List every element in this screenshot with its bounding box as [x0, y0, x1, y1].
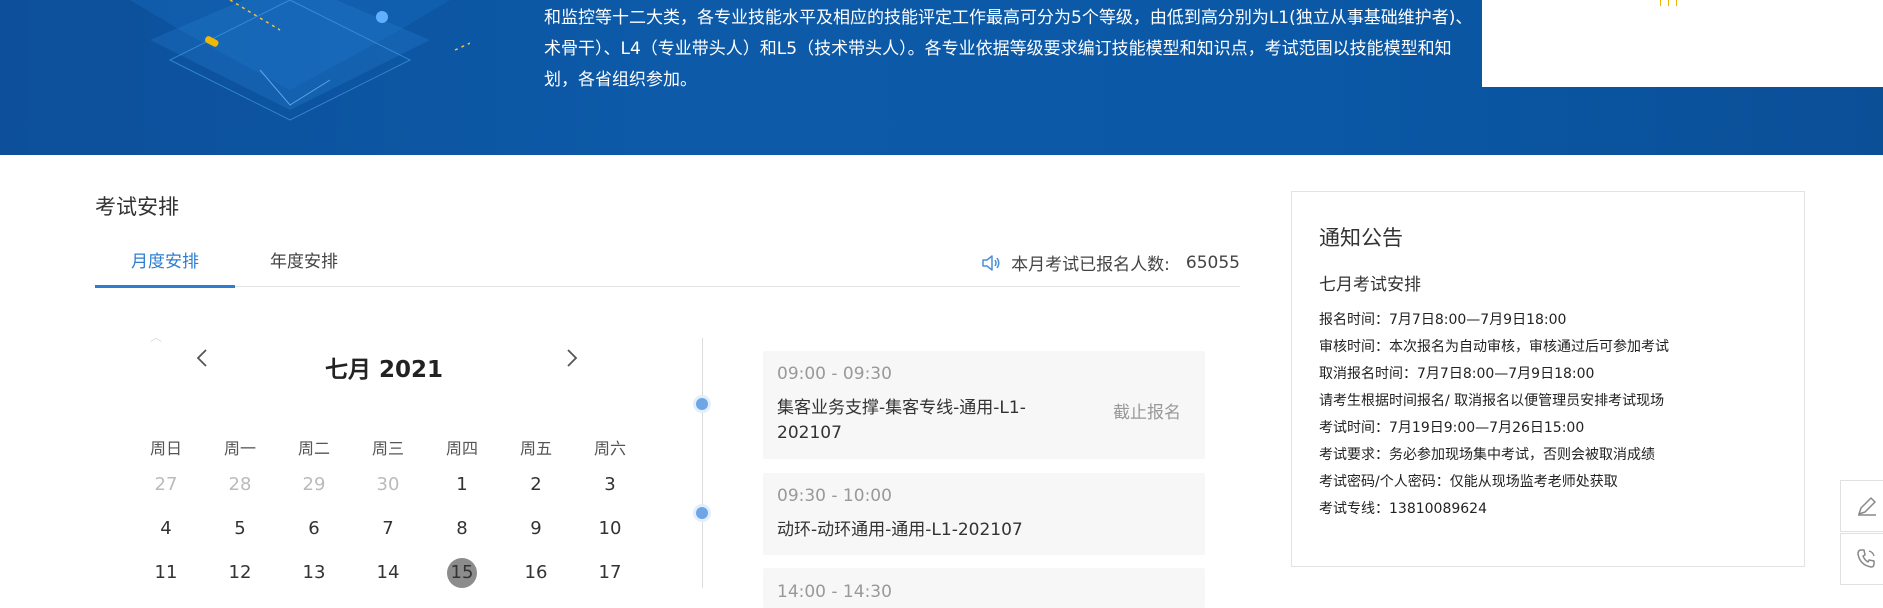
- session-status[interactable]: 截止报名: [1113, 398, 1181, 423]
- chevron-left-icon: [196, 349, 207, 367]
- calendar-day-today[interactable]: 15: [425, 553, 499, 593]
- banner-white-card: [1482, 0, 1883, 87]
- calendar-week-row: 4 5 6 7 8 9 10: [129, 509, 647, 549]
- phone-button[interactable]: [1840, 533, 1883, 585]
- calendar-day[interactable]: 7: [351, 509, 425, 549]
- notice-subtitle[interactable]: 七月考试安排: [1319, 270, 1421, 295]
- next-month-button[interactable]: [557, 348, 587, 374]
- calendar-week-row: 27 28 29 30 1 2 3: [129, 465, 647, 505]
- notice-title: 通知公告: [1319, 226, 1403, 250]
- calendar-day[interactable]: 27: [129, 465, 203, 505]
- calendar-day[interactable]: 30: [351, 465, 425, 505]
- caret-up-icon: ︿: [150, 330, 163, 344]
- phone-icon: [1857, 549, 1875, 568]
- calendar-day[interactable]: 11: [129, 553, 203, 593]
- notice-line: 审核时间：本次报名为自动审核，审核通过后可参加考试: [1319, 339, 1669, 355]
- calendar-day[interactable]: 5: [203, 509, 277, 549]
- calendar-day[interactable]: 29: [277, 465, 351, 505]
- schedule-tabs: 月度安排 年度安排 本月考试已报名人数: 65055: [95, 244, 1240, 288]
- timeline-line: [702, 338, 703, 588]
- exam-session-card[interactable]: 09:00 - 09:30 集客业务支撑-集客专线-通用-L1-202107 截…: [763, 351, 1205, 459]
- calendar-day[interactable]: 8: [425, 509, 499, 549]
- section-title: 考试安排: [95, 195, 179, 219]
- session-time: 09:30 - 10:00: [777, 486, 892, 506]
- chevron-right-icon: [567, 349, 578, 367]
- weekday-label: 周四: [445, 439, 478, 458]
- banner-description: 和监控等十二大类，各专业技能水平及相应的技能评定工作最高可分为5个等级，由低到高…: [544, 3, 1489, 96]
- registration-number: 65055: [1185, 252, 1240, 273]
- timeline-dot: [696, 398, 708, 410]
- calendar-day[interactable]: 10: [573, 509, 647, 549]
- session-time: 09:00 - 09:30: [777, 364, 892, 384]
- calendar-day[interactable]: 17: [573, 553, 647, 593]
- weekday-label: 周六: [593, 439, 626, 458]
- tab-yearly[interactable]: 年度安排: [270, 247, 338, 272]
- weekday-label: 周二: [297, 439, 330, 458]
- intro-banner: 和监控等十二大类，各专业技能水平及相应的技能评定工作最高可分为5个等级，由低到高…: [0, 0, 1883, 155]
- calendar-day[interactable]: 28: [203, 465, 277, 505]
- registration-count: 本月考试已报名人数: 65055: [981, 250, 1240, 275]
- notice-line: 考试要求：务必参加现场集中考试，否则会被取消成绩: [1319, 447, 1655, 463]
- calendar-month-title: 七月 2021: [324, 357, 444, 383]
- calendar-week-row: 11 12 13 14 15 16 17: [129, 553, 647, 593]
- notice-line: 考试专线：13810089624: [1319, 501, 1487, 517]
- weekday-label: 周五: [519, 439, 552, 458]
- session-name: 动环-动环通用-通用-L1-202107: [777, 520, 1023, 540]
- calendar-day[interactable]: 3: [573, 465, 647, 505]
- notice-panel: 通知公告 七月考试安排 报名时间：7月7日8:00—7月9日18:00 审核时间…: [1291, 191, 1805, 567]
- isometric-illustration: [130, 0, 470, 121]
- session-time: 14:00 - 14:30: [777, 582, 892, 602]
- calendar-day[interactable]: 16: [499, 553, 573, 593]
- banner-line: 术骨干）、L4（专业带头人）和L5（技术带头人）。各专业依据等级要求编订技能模型…: [544, 39, 1452, 59]
- timeline-dot: [696, 507, 708, 519]
- today-label: 15: [450, 562, 474, 583]
- speaker-icon: [982, 254, 1000, 271]
- prev-month-button[interactable]: [187, 348, 217, 374]
- calendar-weekdays: 周日 周一 周二 周三 周四 周五 周六: [129, 435, 647, 459]
- decorative-marks: [1660, 0, 1677, 6]
- registration-label: 本月考试已报名人数:: [1011, 255, 1170, 275]
- pencil-icon: [1858, 497, 1876, 516]
- notice-line: 请考生根据时间报名/ 取消报名以便管理员安排考试现场: [1319, 393, 1665, 409]
- calendar-day[interactable]: 12: [203, 553, 277, 593]
- weekday-label: 周三: [371, 439, 404, 458]
- notice-line: 考试时间：7月19日9:00—7月26日15:00: [1319, 420, 1585, 436]
- calendar-day[interactable]: 1: [425, 465, 499, 505]
- notice-line: 报名时间：7月7日8:00—7月9日18:00: [1319, 312, 1567, 328]
- banner-line: 和监控等十二大类，各专业技能水平及相应的技能评定工作最高可分为5个等级，由低到高…: [544, 8, 1473, 28]
- weekday-label: 周日: [149, 439, 182, 458]
- calendar-day[interactable]: 2: [499, 465, 573, 505]
- calendar-day[interactable]: 6: [277, 509, 351, 549]
- calendar-day[interactable]: 4: [129, 509, 203, 549]
- edit-button[interactable]: [1840, 480, 1883, 532]
- calendar-day[interactable]: 13: [277, 553, 351, 593]
- notice-body: 报名时间：7月7日8:00—7月9日18:00 审核时间：本次报名为自动审核，审…: [1319, 307, 1669, 523]
- calendar-day[interactable]: 9: [499, 509, 573, 549]
- notice-line: 取消报名时间：7月7日8:00—7月9日18:00: [1319, 366, 1595, 382]
- notice-line: 考试密码/个人密码：仅能从现场监考老师处获取: [1319, 474, 1618, 490]
- exam-session-card[interactable]: 14:00 - 14:30: [763, 568, 1205, 608]
- banner-line: 划，各省组织参加。: [544, 70, 697, 90]
- session-name: 集客业务支撑-集客专线-通用-L1-202107: [777, 398, 1026, 443]
- calendar-day[interactable]: 14: [351, 553, 425, 593]
- exam-session-card[interactable]: 09:30 - 10:00 动环-动环通用-通用-L1-202107: [763, 473, 1205, 555]
- tab-monthly[interactable]: 月度安排: [95, 247, 235, 288]
- weekday-label: 周一: [223, 439, 256, 458]
